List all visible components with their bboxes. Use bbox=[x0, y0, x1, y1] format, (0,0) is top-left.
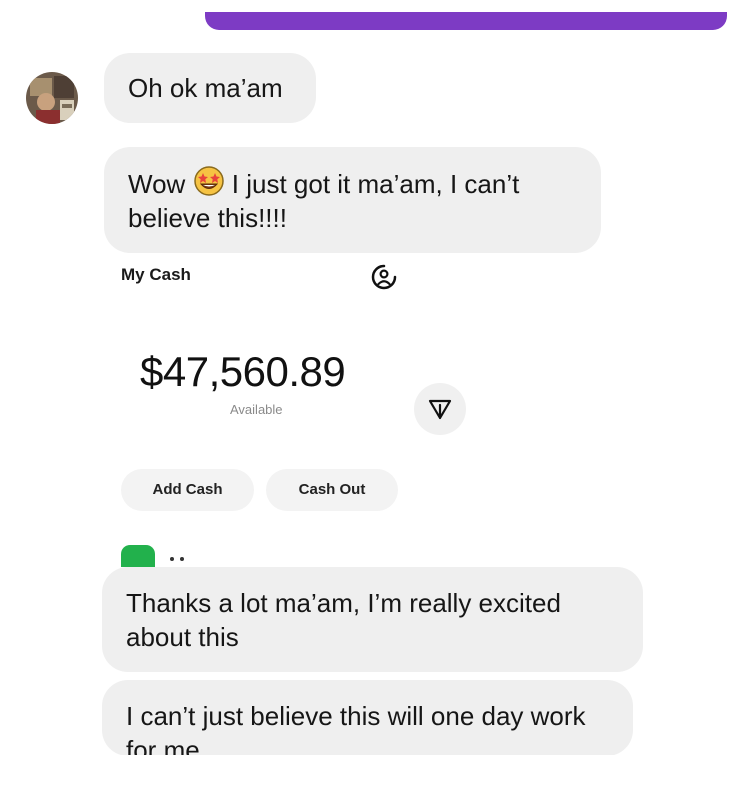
message-bubble-4: I can’t just believe this will one day w… bbox=[102, 680, 633, 756]
message-bubble-2: Wow I just got it ma’am, I can’t believe… bbox=[104, 147, 601, 253]
cash-card-title: My Cash bbox=[121, 265, 191, 284]
typing-dots bbox=[170, 557, 184, 561]
add-cash-button[interactable]: Add Cash bbox=[121, 469, 254, 511]
message-bubble-1: Oh ok ma’am bbox=[104, 53, 316, 123]
send-icon bbox=[428, 399, 452, 420]
profile-icon[interactable] bbox=[370, 263, 398, 291]
balance-caption: Available bbox=[230, 402, 283, 417]
star-struck-emoji bbox=[193, 166, 224, 196]
message-text: Oh ok ma’am bbox=[128, 73, 283, 103]
message-bubble-3: Thanks a lot ma’am, I’m really excited a… bbox=[102, 567, 643, 672]
message-text: I just got it ma’am, I can’t believe thi… bbox=[128, 169, 520, 233]
cash-balance: $47,560.89 bbox=[140, 348, 346, 395]
send-button[interactable] bbox=[414, 383, 466, 435]
screenshot-crop-edge bbox=[0, 755, 735, 785]
avatar[interactable] bbox=[26, 72, 78, 124]
cash-out-button[interactable]: Cash Out bbox=[266, 469, 398, 511]
app-badge bbox=[121, 545, 155, 567]
message-text: I can’t just believe this will one day w… bbox=[126, 701, 586, 756]
message-text: Thanks a lot ma’am, I’m really excited a… bbox=[126, 588, 561, 652]
message-text: Wow bbox=[128, 169, 186, 199]
top-bar bbox=[205, 12, 727, 30]
